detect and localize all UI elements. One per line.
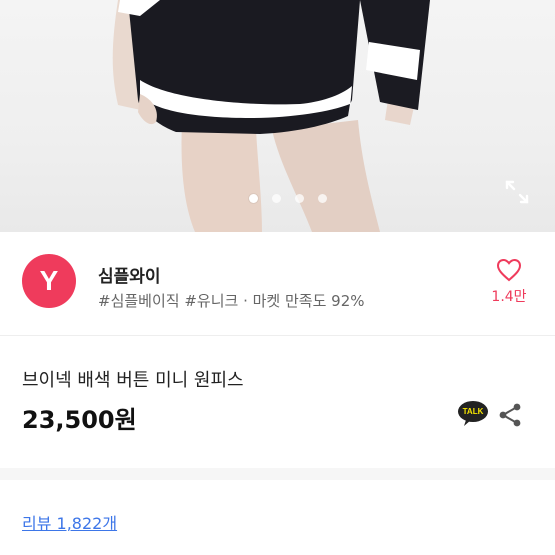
share-icon[interactable] [497, 402, 523, 428]
like-button[interactable]: 1.4만 [485, 258, 533, 306]
slide-dot[interactable] [271, 194, 281, 203]
review-count-link[interactable]: 리뷰 1,822개 [22, 510, 117, 534]
section-divider [0, 468, 555, 480]
slide-dot[interactable] [317, 194, 327, 203]
product-price: 23,500원 [22, 406, 137, 434]
product-photo[interactable] [0, 0, 555, 232]
product-name: 브이넥 배색 버튼 미니 원피스 [22, 370, 244, 391]
kakao-talk-icon: TALK [458, 401, 488, 422]
talk-tail [464, 420, 471, 426]
heart-icon [496, 258, 522, 282]
kakao-talk-label: TALK [462, 407, 484, 416]
product-section: 브이넥 배색 버튼 미니 원피스 23,500원 TALK [0, 336, 555, 468]
like-count: 1.4만 [491, 289, 527, 305]
slide-dot[interactable] [248, 194, 258, 203]
seller-meta: #심플베이직 #유니크 · 마켓 만족도 92% [98, 292, 365, 310]
seller-section: Y 심플와이 #심플베이직 #유니크 · 마켓 만족도 92% 1.4만 [0, 232, 555, 336]
seller-logo[interactable]: Y [22, 254, 76, 308]
slide-dot[interactable] [294, 194, 304, 203]
slide-indicator [0, 194, 555, 206]
seller-name[interactable]: 심플와이 [98, 262, 161, 287]
kakao-talk-button[interactable]: TALK [458, 401, 488, 427]
seller-logo-letter: Y [39, 265, 59, 296]
expand-icon[interactable] [502, 177, 532, 207]
